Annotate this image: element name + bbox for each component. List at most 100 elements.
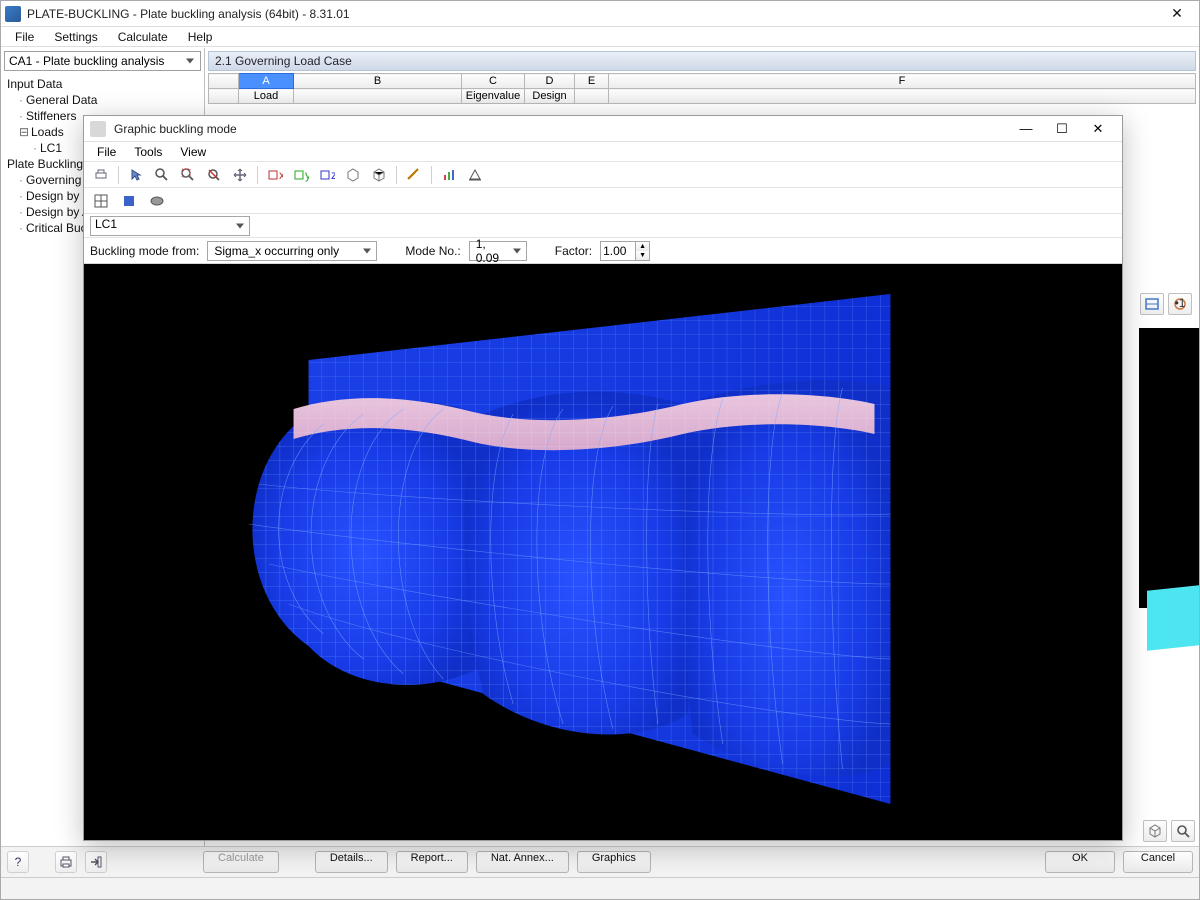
mini-preview-mesh [1147,585,1199,650]
svg-text:•1: •1 [1175,296,1186,310]
analysis-selector[interactable]: CA1 - Plate buckling analysis [4,51,201,71]
modal-menu-tools[interactable]: Tools [125,143,171,161]
maximize-icon[interactable]: ☐ [1044,118,1080,140]
toggle-view-a-icon[interactable] [1140,293,1164,315]
collapse-icon[interactable]: ⊟ [19,125,29,139]
modal-lc-row: LC1 [84,214,1122,238]
right-mini-preview [1139,328,1199,608]
col-D[interactable]: D [525,74,575,89]
report-button[interactable]: Report... [396,851,468,873]
magnify-icon[interactable] [1171,820,1195,842]
minimize-icon[interactable]: — [1008,118,1044,140]
mode-no-selector[interactable]: 1, 0.09 [469,241,527,261]
col-A[interactable]: A [239,74,294,89]
cube-view-icon[interactable] [1143,820,1167,842]
view-x-icon[interactable]: x [264,164,286,186]
col-corner[interactable] [209,74,239,89]
tree-input-data[interactable]: Input Data [3,76,202,92]
results-icon[interactable] [438,164,460,186]
view-y-icon[interactable]: y [290,164,312,186]
modal-close-icon[interactable]: ✕ [1080,118,1116,140]
pan-icon[interactable] [229,164,251,186]
bottom-bar: ? Calculate Details... Report... Nat. An… [1,846,1199,877]
ok-button[interactable]: OK [1045,851,1115,873]
tree-general-data[interactable]: ·General Data [3,92,202,108]
factor-stepper[interactable]: 1.00 ▲ ▼ [600,241,650,261]
row2-design: Design [525,89,575,104]
modal-menu-view[interactable]: View [171,143,215,161]
separator [118,166,119,184]
zoom-window-icon[interactable] [151,164,173,186]
col-E[interactable]: E [575,74,609,89]
modal-menu-file[interactable]: File [88,143,125,161]
cancel-button[interactable]: Cancel [1123,851,1193,873]
menu-settings[interactable]: Settings [44,28,107,46]
chevron-up-icon[interactable]: ▲ [635,242,649,251]
details-button[interactable]: Details... [315,851,388,873]
row2-blank2 [575,89,609,104]
menu-file[interactable]: File [5,28,44,46]
viewport-3d[interactable] [84,264,1122,840]
graphics-button[interactable]: Graphics [577,851,651,873]
calculate-button[interactable]: Calculate [203,851,279,873]
wireframe-icon[interactable] [90,190,112,212]
supports-icon[interactable] [464,164,486,186]
col-C[interactable]: C [462,74,525,89]
toggle-view-b-icon[interactable]: •1 [1168,293,1192,315]
load-case-value: LC1 [95,217,117,231]
right-bottom-tools [1143,820,1195,842]
chevron-down-icon[interactable]: ▼ [635,251,649,260]
mesh-icon[interactable] [146,190,168,212]
mode-no-value: 1, 0.09 [476,237,508,265]
right-tool-strip: •1 [1140,293,1196,315]
analysis-selector-value: CA1 - Plate buckling analysis [9,54,164,68]
menu-help[interactable]: Help [178,28,223,46]
menubar: File Settings Calculate Help [1,27,1199,47]
measure-icon[interactable] [403,164,425,186]
separator [257,166,258,184]
buckling-mode-from-label: Buckling mode from: [90,244,199,258]
col-B[interactable]: B [294,74,462,89]
load-case-selector[interactable]: LC1 [90,216,250,236]
print-icon[interactable] [55,851,77,873]
main-window: PLATE-BUCKLING - Plate buckling analysis… [0,0,1200,900]
view-iso-icon[interactable] [342,164,364,186]
columns-table: A B C D E F Load Eigenvalue Design [208,73,1196,104]
close-icon[interactable]: ✕ [1159,3,1195,25]
factor-value: 1.00 [603,244,626,258]
print-icon[interactable] [90,164,112,186]
view-z-icon[interactable]: z [316,164,338,186]
separator [396,166,397,184]
modal-toolbar-1: x y z [84,162,1122,188]
graphic-buckling-mode-window: Graphic buckling mode — ☐ ✕ File Tools V… [83,115,1123,841]
section-header: 2.1 Governing Load Case [208,51,1196,71]
select-icon[interactable] [125,164,147,186]
status-strip [1,877,1199,899]
nat-annex-button[interactable]: Nat. Annex... [476,851,569,873]
zoom-extents-icon[interactable] [177,164,199,186]
mode-no-label: Mode No.: [405,244,460,258]
zoom-previous-icon[interactable] [203,164,225,186]
row2-corner [209,89,239,104]
menu-calculate[interactable]: Calculate [108,28,178,46]
buckling-mesh-render [84,264,1122,840]
export-icon[interactable] [85,851,107,873]
solid-icon[interactable] [118,190,140,212]
svg-text:z: z [331,168,335,182]
buckling-mode-from-value: Sigma_x occurring only [214,244,339,258]
window-title: PLATE-BUCKLING - Plate buckling analysis… [27,7,1159,21]
modal-title: Graphic buckling mode [114,122,1008,136]
view-iso2-icon[interactable] [368,164,390,186]
factor-stepper-buttons[interactable]: ▲ ▼ [635,242,649,260]
row2-blank3 [609,89,1196,104]
row2-blank1 [294,89,462,104]
modal-menubar: File Tools View [84,142,1122,162]
svg-text:x: x [279,168,283,182]
modal-app-icon [90,121,106,137]
col-F[interactable]: F [609,74,1196,89]
buckling-mode-from-selector[interactable]: Sigma_x occurring only [207,241,377,261]
titlebar: PLATE-BUCKLING - Plate buckling analysis… [1,1,1199,27]
help-icon[interactable]: ? [7,851,29,873]
grid-headers: A B C D E F Load Eigenvalue Design [208,73,1196,104]
svg-text:y: y [305,168,309,182]
